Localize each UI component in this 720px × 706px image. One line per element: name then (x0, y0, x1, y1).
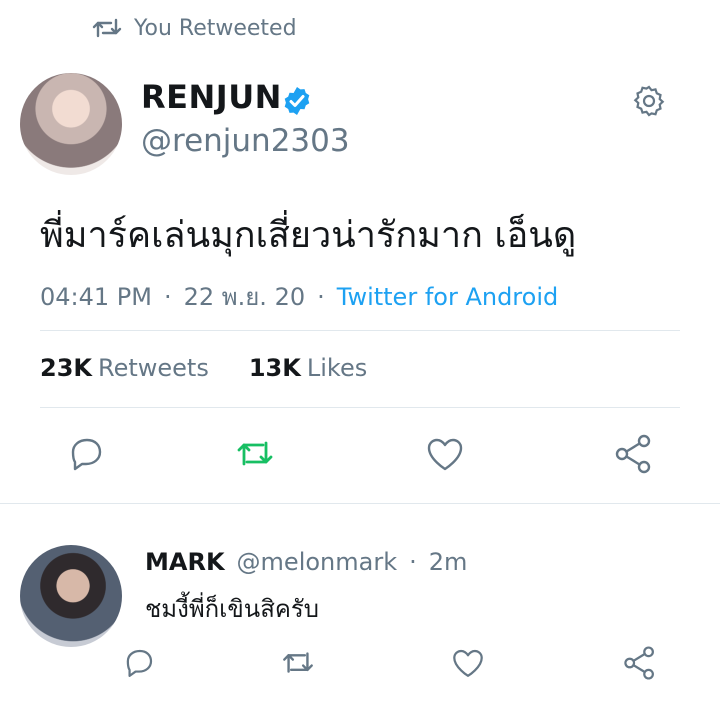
avatar[interactable] (20, 73, 122, 175)
retweet-button-icon[interactable] (234, 433, 276, 475)
tweet-meta: 04:41 PM · 22 พ.ย. 20 · Twitter for Andr… (40, 277, 558, 316)
share-icon[interactable] (622, 645, 658, 681)
user-handle[interactable]: @renjun2303 (141, 123, 350, 159)
divider (40, 330, 680, 331)
verified-badge-icon (284, 87, 310, 115)
retweets-stat[interactable]: 23K Retweets (40, 354, 209, 382)
section-divider (0, 503, 720, 504)
tweet-date: 22 พ.ย. 20 (183, 283, 306, 311)
retweet-context: You Retweeted (92, 12, 297, 44)
meta-separator: · (317, 282, 325, 311)
retweet-icon (92, 18, 122, 38)
display-name[interactable]: RENJUN (141, 78, 282, 116)
reply-handle[interactable]: @melonmark (237, 548, 398, 576)
like-icon[interactable] (450, 645, 486, 681)
likes-stat[interactable]: 13K Likes (249, 354, 367, 382)
like-icon[interactable] (424, 433, 466, 475)
divider (40, 407, 680, 408)
retweets-count: 23K (40, 354, 92, 382)
likes-count: 13K (248, 354, 301, 382)
reply-text: ชมงี้พี่ก็เขินสิครับ (145, 595, 320, 623)
meta-separator: · (163, 282, 172, 311)
reply-avatar[interactable] (20, 545, 122, 647)
tweet-stats: 23K Retweets 13K Likes (40, 354, 367, 382)
meta-separator: · (409, 548, 417, 576)
tweet-source-link[interactable]: Twitter for Android (337, 283, 558, 311)
reply-display-name[interactable]: MARK (145, 548, 225, 576)
reply-header: MARK @melonmark · 2m (145, 548, 467, 576)
reply-icon[interactable] (121, 645, 157, 681)
gear-icon[interactable] (632, 84, 666, 118)
retweet-context-label: You Retweeted (134, 15, 297, 41)
reply-icon[interactable] (65, 433, 107, 475)
retweet-button-icon[interactable] (280, 645, 316, 681)
retweets-label: Retweets (98, 354, 209, 382)
tweet-text: พี่มาร์คเล่นมุกเสี่ยวน่ารักมาก เอ็นดู (40, 215, 577, 256)
share-icon[interactable] (613, 433, 655, 475)
likes-label: Likes (306, 354, 368, 382)
reply-time: 2m (428, 548, 468, 576)
tweet-time: 04:41 PM (40, 282, 152, 311)
